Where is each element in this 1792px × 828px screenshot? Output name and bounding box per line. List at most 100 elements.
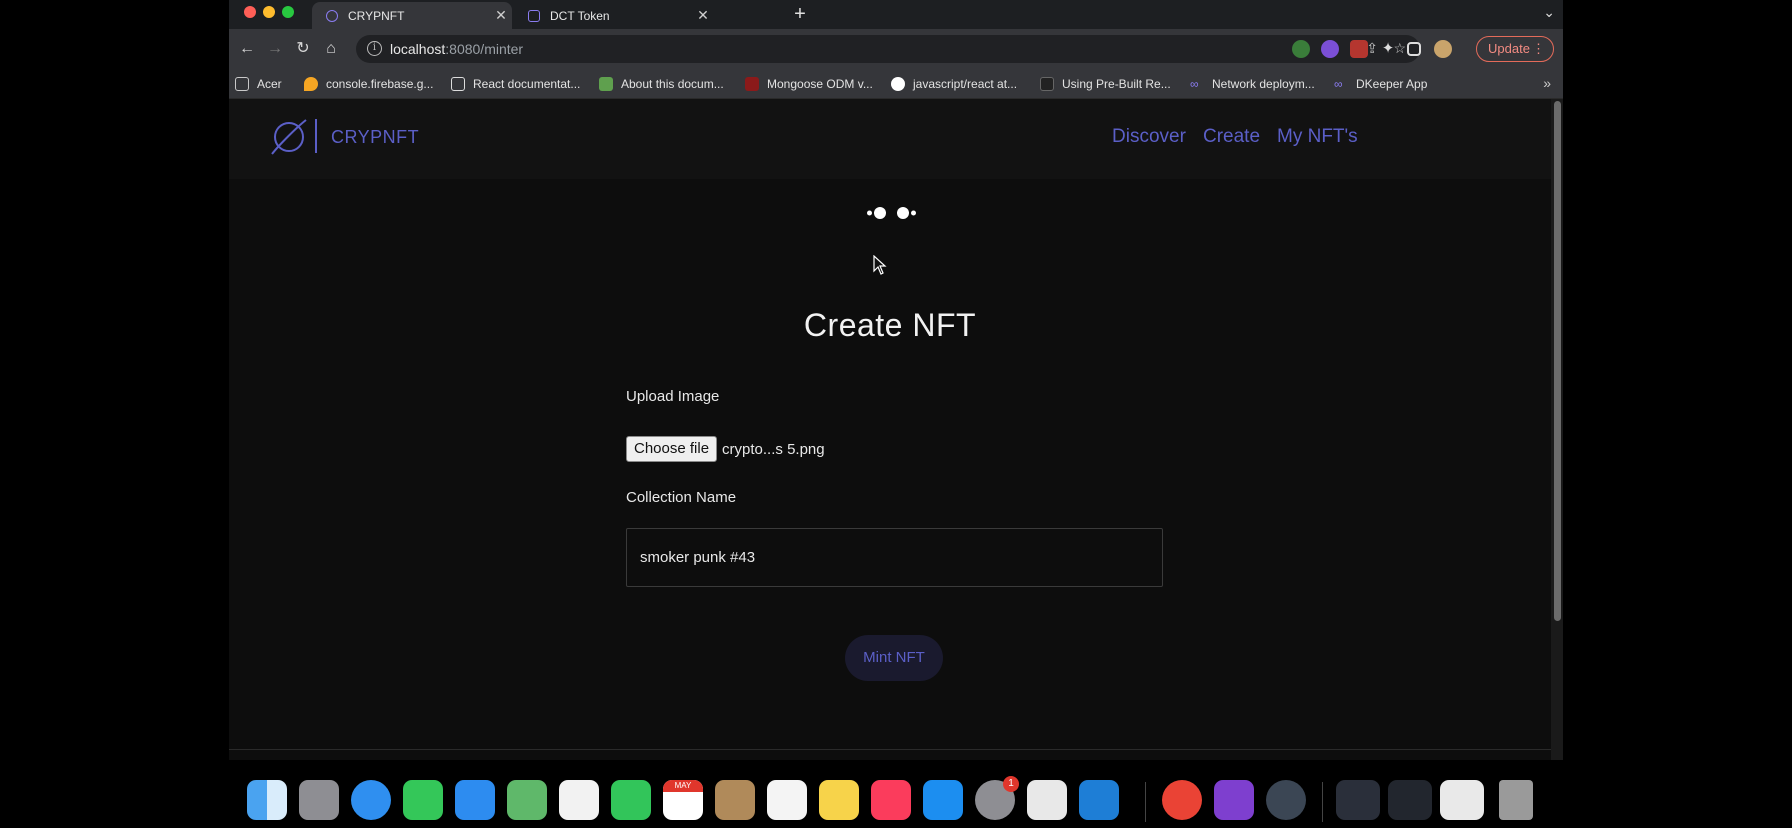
system-preferences-icon[interactable]: 1 xyxy=(975,776,1019,820)
bookmark-label: React documentat... xyxy=(473,77,581,91)
bookmark-label: console.firebase.g... xyxy=(326,77,434,91)
crypnft-favicon-icon xyxy=(326,9,338,22)
collection-name-input[interactable] xyxy=(626,528,1163,587)
forward-button[interactable]: → xyxy=(263,37,287,61)
music-icon[interactable] xyxy=(871,780,911,820)
side-panel-icon[interactable] xyxy=(1407,42,1421,56)
extension-tree-icon[interactable] xyxy=(1292,40,1310,58)
maps-icon[interactable] xyxy=(507,780,547,820)
minimize-window-button[interactable] xyxy=(263,6,275,18)
bookmarks-bar: Acer console.firebase.g... React documen… xyxy=(229,69,1563,99)
finder-icon[interactable] xyxy=(247,780,287,820)
choose-file-button[interactable]: Choose file xyxy=(626,436,718,462)
react-icon xyxy=(451,77,465,91)
chrome-icon[interactable] xyxy=(1162,780,1202,820)
web-page: CRYPNFT Discover Create My NFT's Create … xyxy=(229,99,1551,760)
extension-red-icon[interactable] xyxy=(1350,40,1368,58)
chevron-down-icon[interactable]: ⌄ xyxy=(1543,4,1555,21)
more-menu-icon[interactable]: ⋮ xyxy=(1532,37,1545,61)
nav-discover[interactable]: Discover xyxy=(1112,126,1186,148)
bookmark-label: DKeeper App xyxy=(1356,77,1428,91)
mongoose-icon xyxy=(745,77,759,91)
safari-icon[interactable] xyxy=(351,780,391,820)
home-button[interactable]: ⌂ xyxy=(319,37,343,61)
site-info-icon[interactable]: i xyxy=(367,41,382,56)
contacts-icon[interactable] xyxy=(715,780,755,820)
logo-divider xyxy=(315,119,317,153)
site-logo-text[interactable]: CRYPNFT xyxy=(331,127,419,148)
scrollbar-thumb[interactable] xyxy=(1554,101,1561,621)
infinity-icon: ∞ xyxy=(1190,77,1199,91)
reminders-icon[interactable] xyxy=(767,780,807,820)
window-thumbnail-icon[interactable] xyxy=(1440,780,1484,820)
preview-icon[interactable] xyxy=(1027,780,1067,820)
url-host: localhost xyxy=(390,41,446,57)
back-button[interactable]: ← xyxy=(235,37,259,61)
dock-separator xyxy=(1145,782,1146,822)
calendar-icon[interactable]: MAY xyxy=(663,780,703,820)
mail-icon[interactable] xyxy=(455,780,495,820)
nav-create[interactable]: Create xyxy=(1203,126,1260,148)
address-bar[interactable]: i localhost:8080/minter ⇪ ☆ xyxy=(356,35,1420,63)
new-tab-button[interactable]: + xyxy=(789,2,811,26)
close-tab-icon[interactable]: ✕ xyxy=(692,7,714,24)
page-scrollbar[interactable] xyxy=(1551,99,1563,760)
vscode-icon[interactable] xyxy=(1079,780,1119,820)
bookmark-label: Mongoose ODM v... xyxy=(767,77,873,91)
quicktime-icon[interactable] xyxy=(1266,780,1306,820)
facetime-icon[interactable] xyxy=(611,780,651,820)
appstore-icon[interactable] xyxy=(923,780,963,820)
github-icon xyxy=(891,77,905,91)
bookmark-node-docs[interactable]: About this docum... xyxy=(599,76,724,92)
collection-name-label: Collection Name xyxy=(626,489,737,506)
photos-icon[interactable] xyxy=(559,780,599,820)
close-tab-icon[interactable]: ✕ xyxy=(490,7,512,24)
bookmark-firebase[interactable]: console.firebase.g... xyxy=(304,76,433,92)
loading-dots xyxy=(865,205,925,221)
launchpad-icon[interactable] xyxy=(299,780,339,820)
bookmark-network-deployment[interactable]: ∞ Network deploym... xyxy=(1190,76,1315,92)
github-desktop-icon[interactable] xyxy=(1214,780,1254,820)
page-icon xyxy=(1040,77,1054,91)
planet-logo-icon[interactable] xyxy=(269,117,309,157)
update-label: Update xyxy=(1488,41,1530,56)
file-input[interactable]: Choose file crypto...s 5.png xyxy=(626,436,825,462)
messages-icon[interactable] xyxy=(403,780,443,820)
mouse-cursor-icon xyxy=(873,255,887,275)
bookmark-label: Using Pre-Built Re... xyxy=(1062,77,1171,91)
loader-dot xyxy=(897,207,909,219)
notes-icon[interactable] xyxy=(819,780,859,820)
tab-dct-token[interactable]: DCT Token ✕ xyxy=(514,2,714,29)
maximize-window-button[interactable] xyxy=(282,6,294,18)
page-title: Create NFT xyxy=(803,307,977,343)
bookmark-dkeeper[interactable]: ∞ DKeeper App xyxy=(1334,76,1427,92)
bookmark-mongoose[interactable]: Mongoose ODM v... xyxy=(745,76,873,92)
bookmark-acer[interactable]: Acer xyxy=(235,76,282,92)
extension-purple-icon[interactable] xyxy=(1321,40,1339,58)
profile-avatar[interactable] xyxy=(1434,40,1452,58)
browser-toolbar: ← → ↻ ⌂ i localhost:8080/minter ⇪ ☆ ✦ Up… xyxy=(229,29,1563,69)
bookmark-label: Network deploym... xyxy=(1212,77,1315,91)
extensions-puzzle-icon[interactable]: ✦ xyxy=(1379,40,1397,58)
loader-dot xyxy=(867,210,872,216)
tab-strip: CRYPNFT ✕ DCT Token ✕ + ⌄ xyxy=(229,0,1563,29)
bookmark-prebuilt[interactable]: Using Pre-Built Re... xyxy=(1040,76,1171,92)
bookmark-github[interactable]: javascript/react at... xyxy=(891,76,1017,92)
infinity-icon: ∞ xyxy=(1334,77,1343,91)
nav-my-nfts[interactable]: My NFT's xyxy=(1277,126,1358,148)
close-window-button[interactable] xyxy=(244,6,256,18)
trash-icon[interactable] xyxy=(1499,780,1533,820)
window-thumbnail-icon[interactable] xyxy=(1388,780,1432,820)
reload-button[interactable]: ↻ xyxy=(291,37,315,61)
tab-crypnft[interactable]: CRYPNFT ✕ xyxy=(312,2,512,29)
bookmarks-overflow-button[interactable]: » xyxy=(1543,75,1551,91)
share-icon[interactable]: ⇪ xyxy=(1366,40,1378,57)
desktop: CRYPNFT ✕ DCT Token ✕ + ⌄ ← → ↻ ⌂ i loca… xyxy=(0,0,1792,828)
update-button[interactable]: Update ⋮ xyxy=(1476,36,1554,62)
mint-nft-button[interactable]: Mint NFT xyxy=(845,635,943,681)
upload-image-label: Upload Image xyxy=(626,388,720,405)
notification-badge: 1 xyxy=(1003,776,1019,792)
window-thumbnail-icon[interactable] xyxy=(1336,780,1380,820)
bookmark-react[interactable]: React documentat... xyxy=(451,76,580,92)
loader-dot xyxy=(874,207,886,219)
